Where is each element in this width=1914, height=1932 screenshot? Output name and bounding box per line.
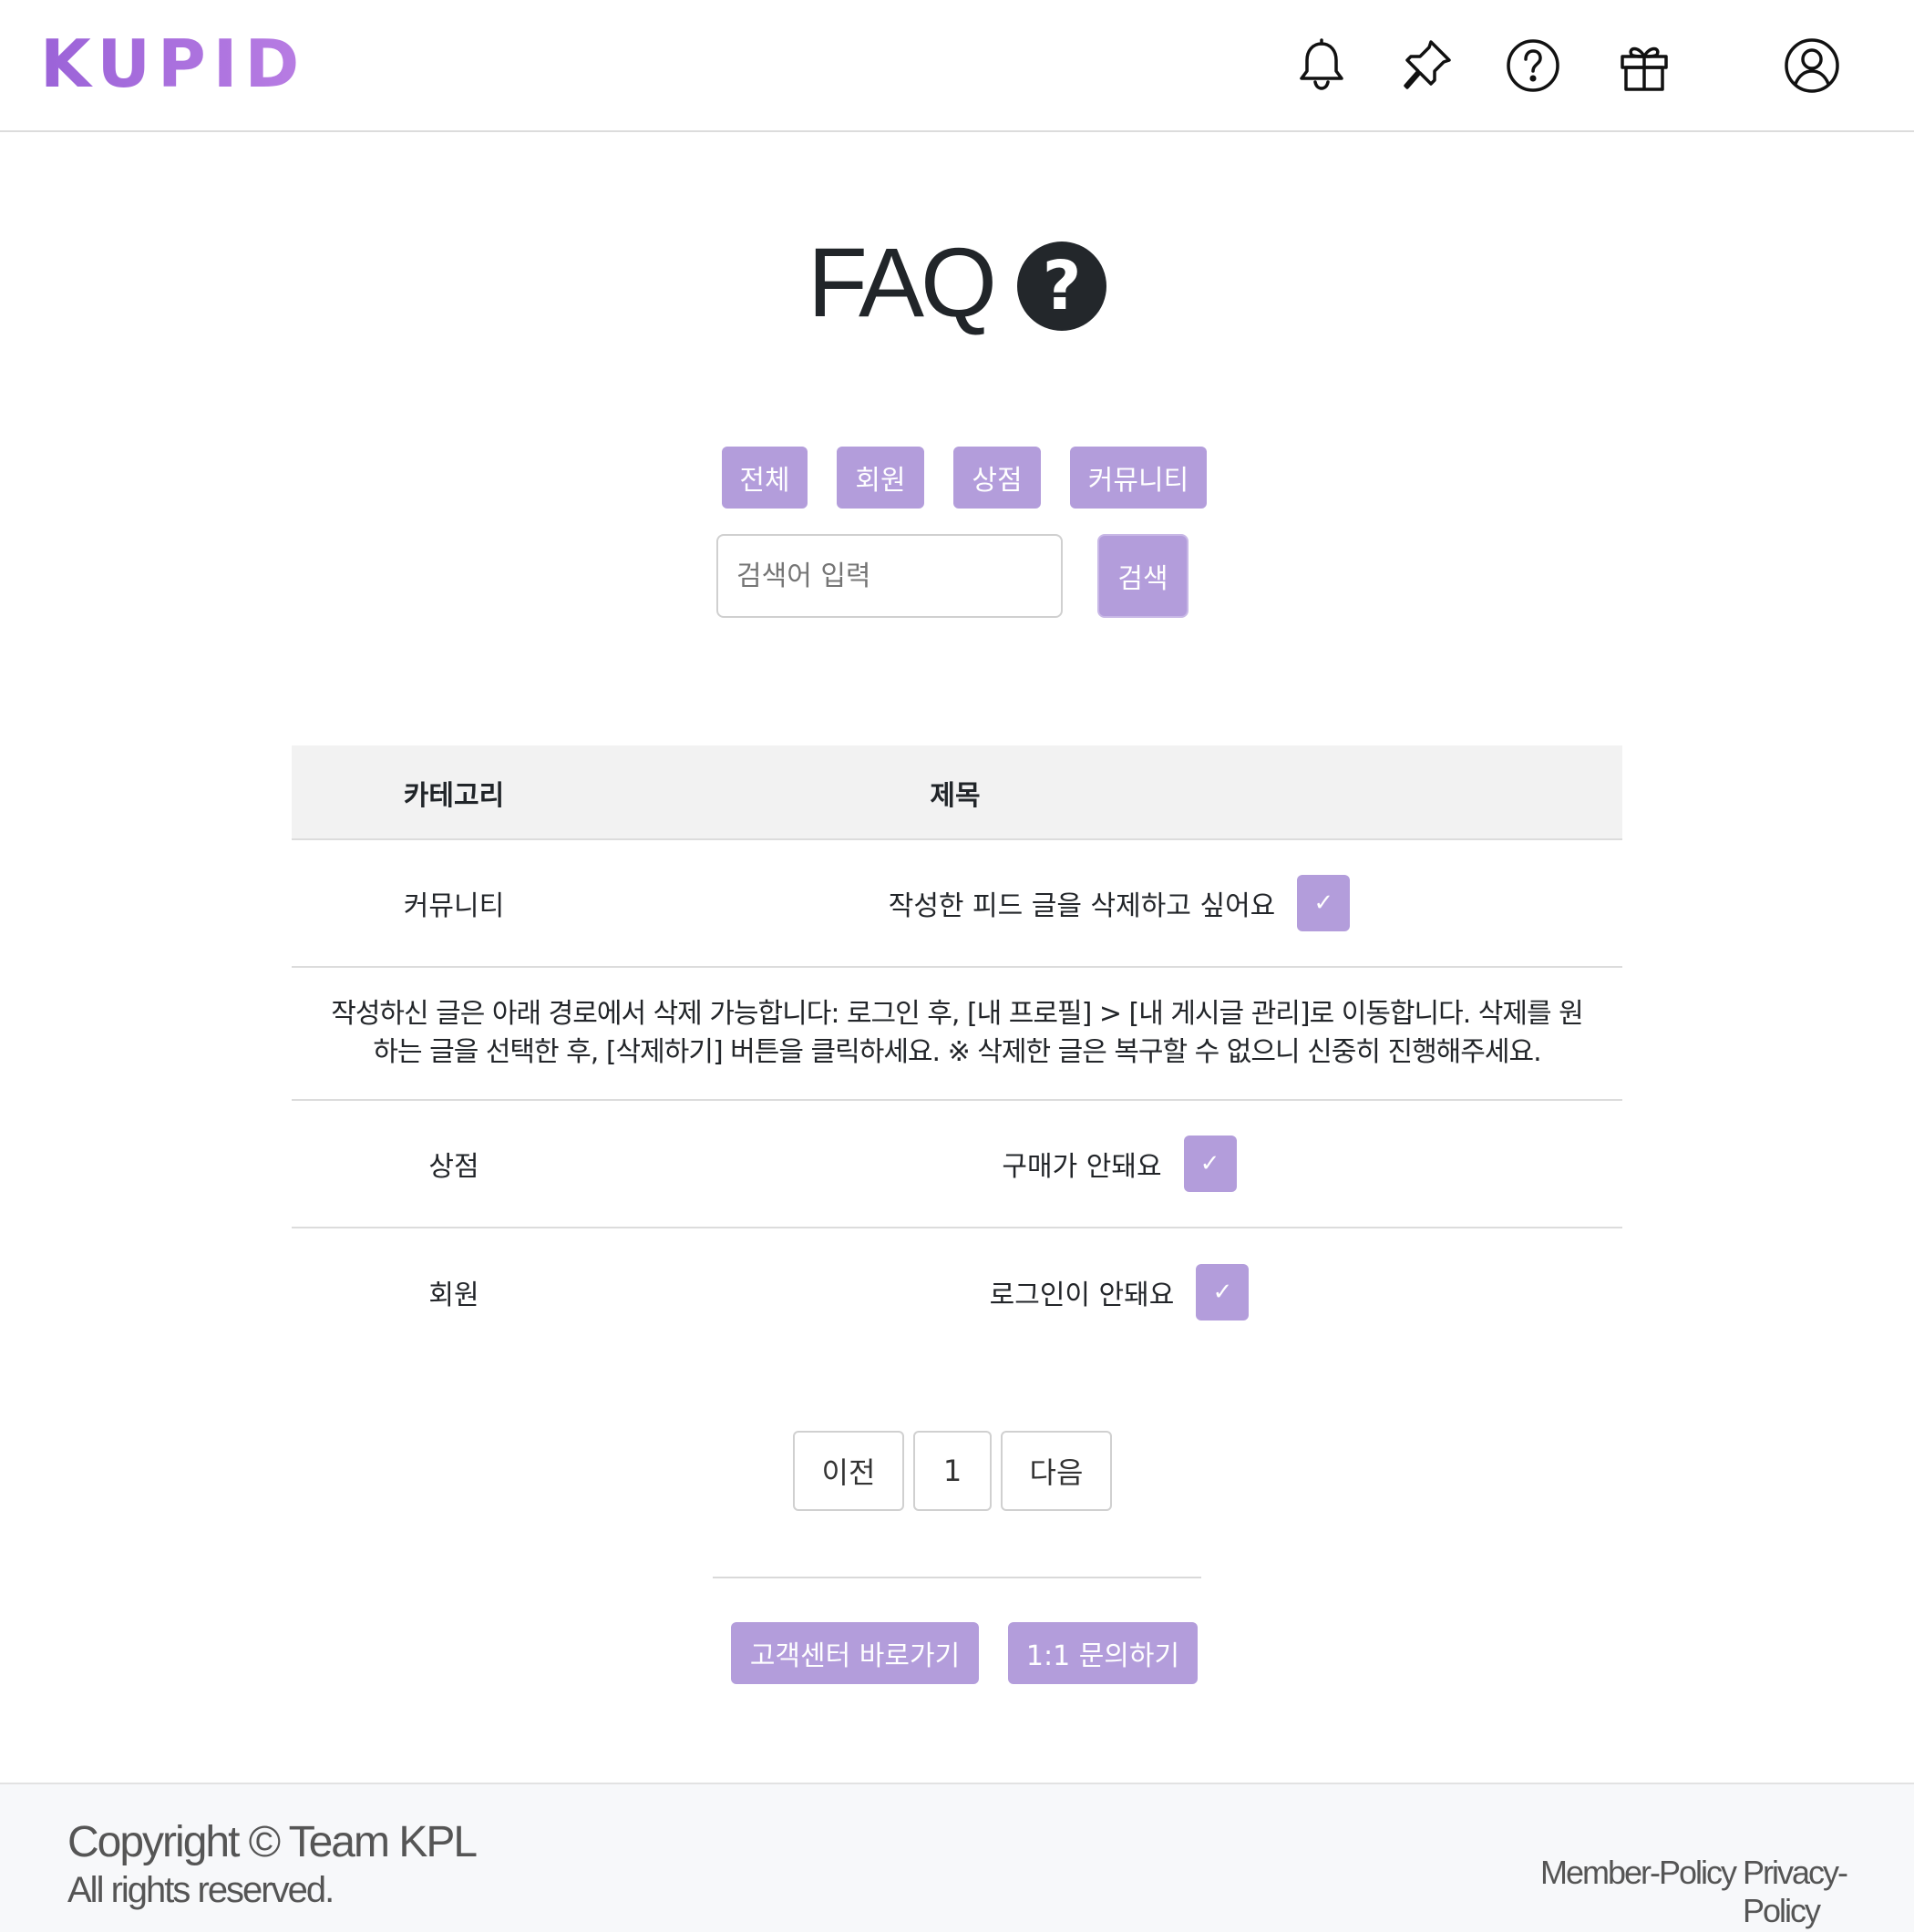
expand-toggle-button[interactable]: ✓ <box>1297 875 1351 931</box>
column-header-title: 제목 <box>930 780 981 812</box>
category-store-button[interactable]: 상점 <box>953 447 1041 509</box>
prev-page-button[interactable]: 이전 <box>793 1431 904 1511</box>
user-icon[interactable] <box>1781 35 1843 97</box>
help-icon[interactable] <box>1502 35 1564 97</box>
support-center-button[interactable]: 고객센터 바로가기 <box>731 1622 979 1684</box>
bell-icon[interactable] <box>1291 35 1353 97</box>
member-policy-link[interactable]: Member-Policy <box>1540 1854 1737 1892</box>
table-row[interactable]: 커뮤니티 작성한 피드 글을 삭제하고 싶어요 ✓ <box>292 840 1622 968</box>
page-title-row: FAQ ? <box>0 228 1914 337</box>
top-navbar: KUPID <box>0 0 1914 132</box>
search-input[interactable] <box>716 534 1063 618</box>
kupid-logo[interactable]: KUPID <box>40 31 306 97</box>
row-category: 상점 <box>428 1151 479 1183</box>
table-row[interactable]: 회원 로그인이 안돼요 ✓ <box>292 1228 1622 1356</box>
faq-answer: 작성하신 글은 아래 경로에서 삭제 가능합니다: 로그인 후, [내 프로필]… <box>292 968 1622 1101</box>
row-title-cell: 작성한 피드 글을 삭제하고 싶어요 ✓ <box>616 840 1622 966</box>
row-title-cell: 구매가 안돼요 ✓ <box>616 1101 1622 1227</box>
pagination: 이전 1 다음 <box>0 1431 1914 1511</box>
section-divider <box>713 1577 1201 1578</box>
rights-text: All rights reserved. <box>67 1870 334 1910</box>
question-circle-icon: ? <box>1017 242 1107 331</box>
privacy-policy-link[interactable]: Privacy-Policy <box>1743 1854 1914 1930</box>
row-category: 회원 <box>428 1279 479 1311</box>
next-page-button[interactable]: 다음 <box>1001 1431 1112 1511</box>
table-header: 카테고리 제목 <box>292 745 1622 840</box>
gift-icon[interactable] <box>1613 35 1675 97</box>
category-all-button[interactable]: 전체 <box>722 447 808 509</box>
row-category: 커뮤니티 <box>403 890 505 922</box>
search-button[interactable]: 검색 <box>1097 534 1189 618</box>
copyright-text: Copyright © Team KPL <box>67 1818 478 1866</box>
category-community-button[interactable]: 커뮤니티 <box>1070 447 1207 509</box>
inquiry-button[interactable]: 1:1 문의하기 <box>1008 1622 1198 1684</box>
expand-toggle-button[interactable]: ✓ <box>1183 1136 1237 1192</box>
category-member-button[interactable]: 회원 <box>837 447 924 509</box>
column-header-category: 카테고리 <box>403 780 505 812</box>
row-title[interactable]: 로그인이 안돼요 <box>990 1272 1175 1312</box>
row-title-cell: 로그인이 안돼요 ✓ <box>616 1228 1622 1356</box>
category-filter: 전체 회원 상점 커뮤니티 <box>0 447 1914 509</box>
row-title[interactable]: 구매가 안돼요 <box>1002 1144 1161 1184</box>
page-title: FAQ <box>807 227 997 337</box>
row-title[interactable]: 작성한 피드 글을 삭제하고 싶어요 <box>889 883 1276 923</box>
answer-text: 작성하신 글은 아래 경로에서 삭제 가능합니다: 로그인 후, [내 프로필]… <box>331 998 1584 1068</box>
page-number-button[interactable]: 1 <box>913 1431 992 1511</box>
expand-toggle-button[interactable]: ✓ <box>1196 1264 1250 1321</box>
table-row[interactable]: 상점 구매가 안돼요 ✓ <box>292 1101 1622 1228</box>
footer: Copyright © Team KPL All rights reserved… <box>0 1783 1914 1932</box>
faq-table: 카테고리 제목 커뮤니티 작성한 피드 글을 삭제하고 싶어요 ✓ 작성하신 글… <box>292 745 1622 1356</box>
pin-icon[interactable] <box>1394 35 1456 97</box>
